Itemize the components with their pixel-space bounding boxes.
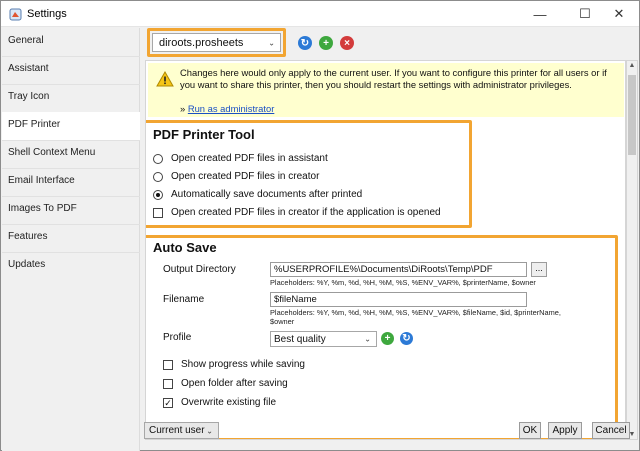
profile-label: Profile <box>163 332 192 343</box>
profile-select-value: Best quality <box>274 333 326 345</box>
printer-select-value: diroots.prosheets <box>159 36 244 49</box>
output-directory-label: Output Directory <box>163 264 236 275</box>
filename-hint-line2: $owner <box>270 317 295 326</box>
settings-sidebar: General Assistant Tray Icon PDF Printer … <box>2 28 140 451</box>
close-icon[interactable]: ✕ <box>599 1 639 27</box>
sidebar-item-tray-icon[interactable]: Tray Icon <box>2 84 140 112</box>
refresh-profile-icon[interactable]: ↻ <box>400 332 413 345</box>
output-directory-hint: Placeholders: %Y, %m, %d, %H, %M, %S, %E… <box>270 278 536 287</box>
filename-hint-line1: Placeholders: %Y, %m, %d, %H, %M, %S, %E… <box>270 308 561 317</box>
option-open-in-assistant[interactable]: Open created PDF files in assistant <box>153 153 328 164</box>
option-open-in-creator[interactable]: Open created PDF files in creator <box>153 171 319 182</box>
admin-warning-banner: Changes here would only apply to the cur… <box>148 63 624 117</box>
warning-icon <box>156 71 174 87</box>
filename-label: Filename <box>163 294 205 305</box>
check-open-folder[interactable]: Open folder after saving <box>163 378 288 389</box>
check-overwrite-file[interactable]: ✓ Overwrite existing file <box>163 397 276 408</box>
profile-select[interactable]: Best quality ⌄ <box>270 331 377 347</box>
chevron-down-icon: ⌄ <box>364 334 371 344</box>
settings-window: Settings — ☐ ✕ General Assistant Tray Ic… <box>0 0 640 451</box>
sidebar-item-shell-context-menu[interactable]: Shell Context Menu <box>2 140 140 168</box>
add-profile-icon[interactable]: + <box>381 332 394 345</box>
sidebar-item-assistant[interactable]: Assistant <box>2 56 140 84</box>
run-as-admin: » Run as administrator <box>180 103 275 114</box>
checkbox-checked[interactable]: ✓ <box>163 397 173 408</box>
add-printer-icon[interactable]: + <box>319 36 333 50</box>
refresh-icon[interactable]: ↻ <box>298 36 312 50</box>
scope-select[interactable]: Current user ⌄ <box>144 422 219 439</box>
filename-input[interactable]: $fileName <box>270 292 527 307</box>
ok-button[interactable]: OK <box>519 422 541 439</box>
option-auto-save[interactable]: Automatically save documents after print… <box>153 189 362 200</box>
radio-button[interactable] <box>153 153 163 164</box>
printer-select[interactable]: diroots.prosheets ⌄ <box>152 33 281 52</box>
apply-button[interactable]: Apply <box>548 422 582 439</box>
title-bar: Settings — ☐ ✕ <box>1 1 639 27</box>
auto-save-title: Auto Save <box>153 240 217 255</box>
sidebar-item-features[interactable]: Features <box>2 224 140 252</box>
sidebar-item-email-interface[interactable]: Email Interface <box>2 168 140 196</box>
delete-printer-icon[interactable]: × <box>340 36 354 50</box>
sidebar-item-updates[interactable]: Updates <box>2 252 140 280</box>
checkbox[interactable] <box>163 359 173 370</box>
checkbox[interactable] <box>153 207 163 218</box>
minimize-icon[interactable]: — <box>520 1 560 27</box>
chevron-down-icon: ⌄ <box>268 38 275 47</box>
browse-button[interactable]: ... <box>531 262 547 277</box>
sidebar-item-images-to-pdf[interactable]: Images To PDF <box>2 196 140 224</box>
check-show-progress[interactable]: Show progress while saving <box>163 359 305 370</box>
scope-select-value: Current user <box>149 425 205 436</box>
window-title: Settings <box>27 8 67 20</box>
checkbox[interactable] <box>163 378 173 389</box>
sidebar-item-pdf-printer[interactable]: PDF Printer <box>2 112 140 140</box>
scroll-up-icon[interactable]: ▲ <box>627 62 637 69</box>
warning-text: Changes here would only apply to the cur… <box>180 67 607 90</box>
option-open-if-app-opened[interactable]: Open created PDF files in creator if the… <box>153 207 441 218</box>
app-icon <box>9 8 22 21</box>
pdf-printer-panel: diroots.prosheets ⌄ ↻ + × Changes here w… <box>141 28 639 451</box>
cancel-button[interactable]: Cancel <box>592 422 630 439</box>
settings-scroll-area[interactable]: Changes here would only apply to the cur… <box>145 60 626 440</box>
radio-button-selected[interactable] <box>153 189 163 200</box>
vertical-scrollbar[interactable]: ▲ ▼ <box>626 60 638 440</box>
output-directory-input[interactable]: %USERPROFILE%\Documents\DiRoots\Temp\PDF <box>270 262 527 277</box>
radio-button[interactable] <box>153 171 163 182</box>
run-as-admin-link[interactable]: Run as administrator <box>188 103 275 114</box>
pdf-printer-tool-title: PDF Printer Tool <box>153 127 255 142</box>
scrollbar-thumb[interactable] <box>628 75 636 155</box>
chevron-down-icon: ⌄ <box>206 426 213 435</box>
sidebar-item-general[interactable]: General <box>2 28 140 56</box>
